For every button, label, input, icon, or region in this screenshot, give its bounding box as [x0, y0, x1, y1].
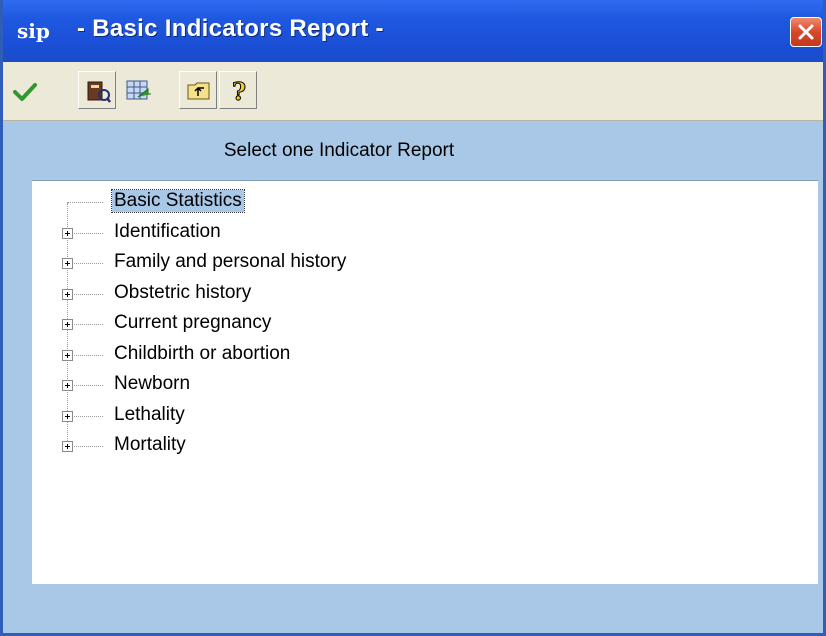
window-title: - Basic Indicators Report - [77, 15, 384, 42]
tree-item[interactable]: Lethality [32, 403, 432, 433]
tree-item-label[interactable]: Family and personal history [112, 251, 348, 273]
expand-plus-icon[interactable] [62, 227, 73, 239]
expand-plus-icon[interactable] [62, 288, 73, 300]
expand-plus-icon[interactable] [62, 441, 73, 452]
tree-item[interactable]: Childbirth or abortion [32, 342, 432, 372]
tree-item[interactable]: Mortality [32, 433, 432, 463]
tree-branch-line [67, 202, 103, 203]
report-book-icon [87, 81, 111, 103]
expand-plus-icon[interactable] [62, 349, 73, 361]
app-logo-icon: sip [17, 19, 50, 43]
expand-plus-icon[interactable] [62, 380, 73, 391]
close-button[interactable] [790, 17, 822, 47]
tree-item-label[interactable]: Identification [112, 221, 223, 243]
up-folder-button[interactable] [179, 71, 217, 109]
folder-up-icon [187, 82, 210, 100]
export-button[interactable] [118, 71, 156, 109]
close-icon [798, 24, 814, 40]
tree-item-label[interactable]: Mortality [112, 434, 188, 456]
tree-item[interactable]: Newborn [32, 372, 432, 402]
tree-item-label[interactable]: Childbirth or abortion [112, 343, 292, 365]
grid-export-icon [126, 80, 151, 100]
ok-button[interactable] [5, 71, 43, 109]
help-button[interactable]: ? [219, 71, 257, 109]
indicator-tree[interactable]: Basic Statistics Identification Family and… [32, 180, 818, 584]
tree-item[interactable]: Identification [32, 220, 432, 250]
title-bar[interactable]: sip - Basic Indicators Report - [3, 0, 823, 62]
tree-item[interactable]: Basic Statistics [32, 189, 432, 219]
report-button[interactable] [78, 71, 116, 109]
tree-item-label[interactable]: Current pregnancy [112, 312, 273, 334]
report-window: sip - Basic Indicators Report - ? Select… [0, 0, 826, 636]
expand-plus-icon[interactable] [62, 319, 73, 330]
help-question-icon: ? [232, 77, 247, 105]
toolbar: ? [3, 62, 823, 121]
tree-item[interactable]: Family and personal history [32, 250, 432, 280]
expand-plus-icon[interactable] [62, 410, 73, 422]
tree-item-label[interactable]: Basic Statistics [111, 189, 245, 213]
instruction-heading: Select one Indicator Report [223, 140, 455, 161]
checkmark-icon [13, 83, 37, 101]
expand-plus-icon[interactable] [62, 258, 73, 269]
tree-item-label[interactable]: Obstetric history [112, 282, 253, 304]
tree-item-label[interactable]: Lethality [112, 404, 187, 426]
tree-item[interactable]: Current pregnancy [32, 311, 432, 341]
tree-item[interactable]: Obstetric history [32, 281, 432, 311]
tree-item-label[interactable]: Newborn [112, 373, 192, 395]
svg-text:?: ? [232, 77, 246, 105]
